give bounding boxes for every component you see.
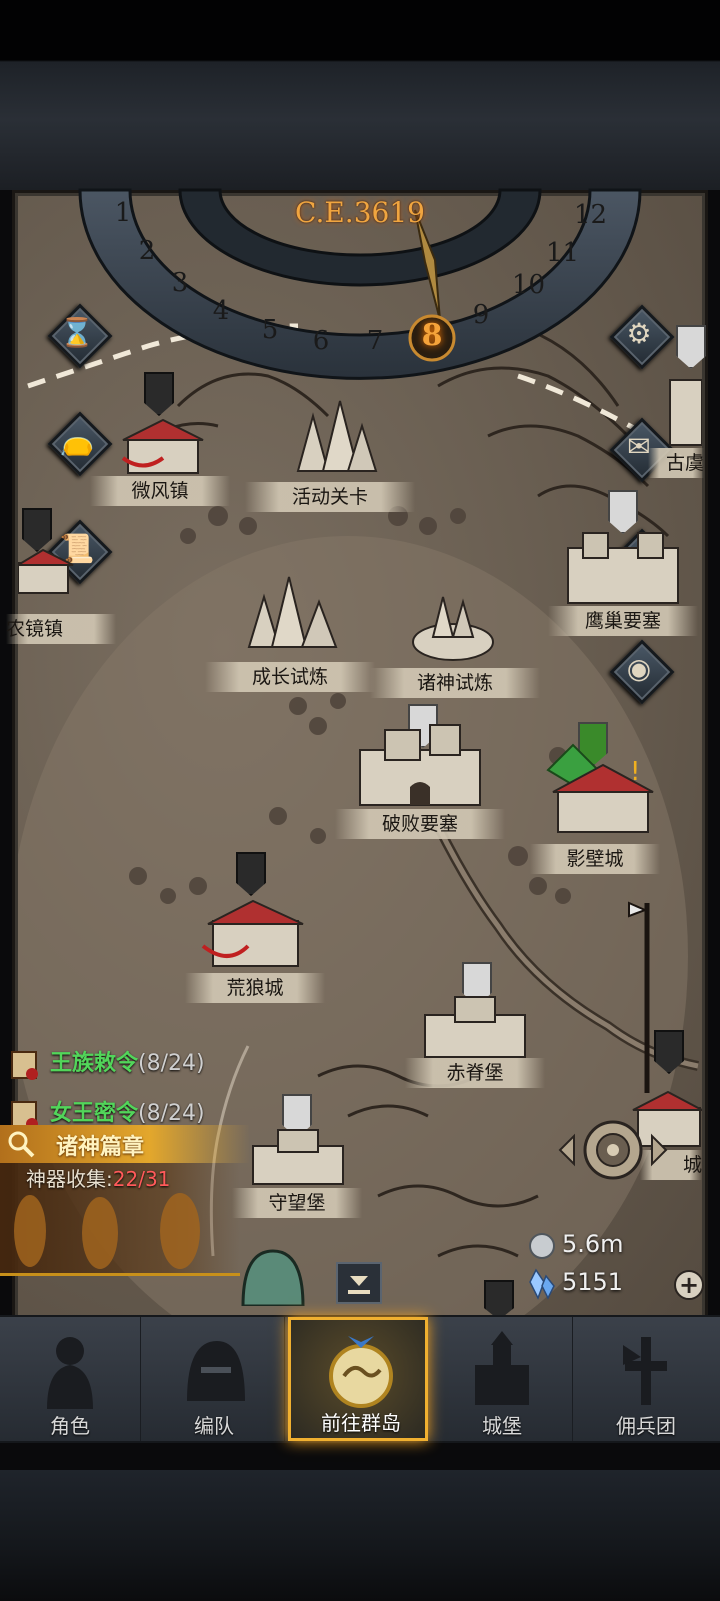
island-compass-icon xyxy=(329,1336,393,1408)
nav-mercenary[interactable]: 佣兵团 xyxy=(576,1317,716,1441)
month-11: 11 xyxy=(546,238,580,268)
crystal-amount: 5151 xyxy=(562,1268,624,1296)
trees-event-icon[interactable] xyxy=(278,396,378,476)
location-label[interactable]: 破败要塞 xyxy=(335,809,505,839)
location-label[interactable]: 赤脊堡 xyxy=(405,1058,545,1088)
silver-amount: 5.6m xyxy=(562,1230,624,1258)
recenter-control[interactable] xyxy=(556,1114,670,1186)
month-3: 3 xyxy=(171,268,189,298)
mercenary-icon xyxy=(623,1337,667,1405)
fortress-red-icon[interactable] xyxy=(420,995,530,1060)
month-7: 7 xyxy=(366,326,384,356)
gear-icon: ⚙ xyxy=(626,317,652,350)
month-8-current: 8 xyxy=(421,318,443,353)
nav-label: 佣兵团 xyxy=(616,1414,676,1438)
location-label[interactable]: 诸神试炼 xyxy=(370,668,540,698)
fortress-east-icon[interactable] xyxy=(668,370,702,450)
month-10: 10 xyxy=(512,270,546,300)
nav-label: 编队 xyxy=(194,1414,234,1438)
castle-wolf-icon[interactable] xyxy=(198,896,308,971)
bottom-nav: 角色 编队 前往群岛 城堡 佣兵团 xyxy=(0,1315,720,1443)
trees-growth-icon[interactable] xyxy=(244,572,344,652)
fortress-watch-icon[interactable] xyxy=(248,1128,348,1188)
collapse-button[interactable] xyxy=(336,1262,382,1304)
location-label[interactable]: 古虞 xyxy=(648,448,704,478)
quest-name: 女王密令 xyxy=(50,1101,139,1126)
nav-islands[interactable]: 前往群岛 xyxy=(288,1317,428,1441)
alert-icon: ! xyxy=(630,757,640,787)
scroll-icon xyxy=(11,1051,38,1080)
month-6: 6 xyxy=(312,326,330,356)
nav-castle[interactable]: 城堡 xyxy=(432,1317,573,1441)
coin-button[interactable]: ◉ xyxy=(609,639,675,705)
magnifier-icon xyxy=(8,1131,35,1158)
chapter-banner[interactable]: 诸神篇章 xyxy=(0,1125,250,1163)
helmet-ornament-icon xyxy=(241,1249,305,1306)
coin-icon: ◉ xyxy=(626,652,652,685)
settings-button[interactable]: ⚙ xyxy=(609,304,675,370)
bag-button[interactable]: 👝 xyxy=(47,411,113,477)
calendar-year: C.E.3619 xyxy=(295,196,425,229)
add-crystal-button[interactable]: + xyxy=(674,1270,704,1300)
artifact-count: 22/31 xyxy=(112,1167,171,1191)
shrine-gods-icon[interactable] xyxy=(408,582,498,662)
town-weifeng-icon[interactable] xyxy=(118,418,208,478)
nav-label: 角色 xyxy=(50,1414,90,1438)
fortress-eagle-icon[interactable] xyxy=(558,528,688,608)
fortress-ruined-icon[interactable] xyxy=(355,720,485,810)
quest-progress: (8/24) xyxy=(138,1051,205,1076)
nav-label: 城堡 xyxy=(482,1414,522,1438)
location-label[interactable]: 活动关卡 xyxy=(245,482,415,512)
location-label[interactable]: 鹰巢要塞 xyxy=(548,606,698,636)
hourglass-button[interactable]: ⌛ xyxy=(47,303,113,369)
town-nongjing-icon[interactable] xyxy=(18,548,78,598)
quest-royal-decree[interactable]: 王族敕令(8/24) xyxy=(0,1044,230,1084)
castle-shadow-icon[interactable]: ! xyxy=(538,740,658,840)
nav-formation[interactable]: 编队 xyxy=(144,1317,285,1441)
location-label[interactable]: 成长试炼 xyxy=(205,662,375,692)
location-label[interactable]: 农镜镇 xyxy=(6,614,116,644)
month-9: 9 xyxy=(472,300,490,330)
location-label[interactable]: 微风镇 xyxy=(90,476,230,506)
month-2: 2 xyxy=(138,236,156,266)
crystal-icon xyxy=(529,1268,555,1300)
progress-pole xyxy=(628,901,650,1093)
nav-label: 前往群岛 xyxy=(321,1411,401,1435)
month-1: 1 xyxy=(114,198,132,228)
statues-image xyxy=(14,1193,200,1269)
location-label[interactable]: 影壁城 xyxy=(530,844,660,874)
artifact-label: 神器收集: xyxy=(26,1167,113,1191)
location-label[interactable]: 荒狼城 xyxy=(185,973,325,1003)
month-5: 5 xyxy=(261,315,279,345)
artifact-panel[interactable]: 神器收集:22/31 xyxy=(0,1163,240,1276)
chevron-down-icon xyxy=(348,1276,370,1294)
hourglass-icon: ⌛ xyxy=(59,316,95,349)
nav-character[interactable]: 角色 xyxy=(0,1317,141,1441)
quest-progress: (8/24) xyxy=(138,1101,205,1126)
silver-coin-icon xyxy=(529,1233,555,1259)
month-12: 12 xyxy=(574,200,608,230)
month-4: 4 xyxy=(212,296,230,326)
bottom-background xyxy=(0,1470,720,1601)
knight-icon xyxy=(47,1337,93,1409)
location-label[interactable]: 守望堡 xyxy=(232,1188,362,1218)
chapter-title: 诸神篇章 xyxy=(56,1135,145,1160)
helmet-icon xyxy=(187,1341,245,1401)
money-bag-icon: 👝 xyxy=(59,424,95,457)
castle-icon xyxy=(475,1331,529,1405)
quest-name: 王族敕令 xyxy=(50,1051,139,1076)
